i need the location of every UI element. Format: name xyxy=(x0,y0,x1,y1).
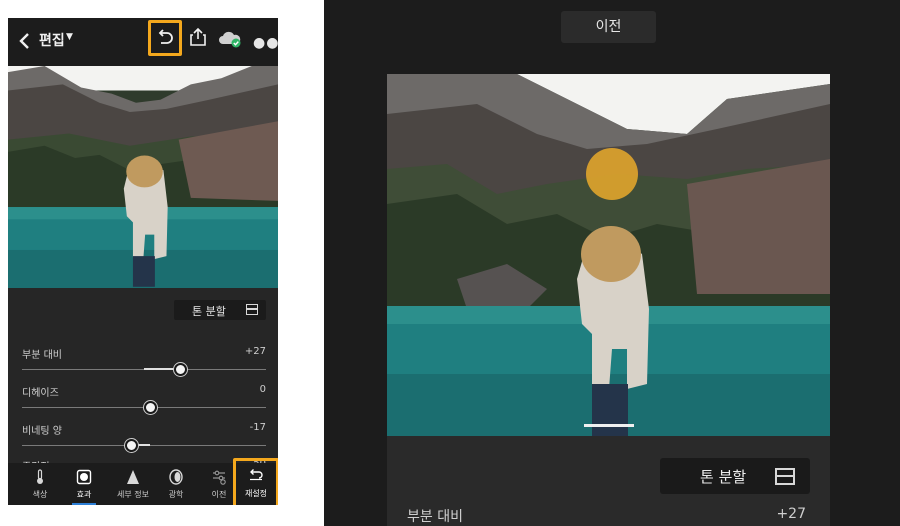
tab-effects[interactable]: 효과 xyxy=(64,463,104,505)
divider xyxy=(278,0,324,526)
slider-name: 부분 대비 xyxy=(22,350,62,361)
edit-controls: 톤 분할 부분 대비 +27 디헤이즈 0 비네팅 양 -17 중간점 50 xyxy=(8,288,278,473)
slider-knob[interactable] xyxy=(125,439,138,452)
tab-detail[interactable]: 세부 정보 xyxy=(113,463,153,505)
slider-value: +27 xyxy=(776,506,806,522)
chevron-left-icon[interactable] xyxy=(18,31,32,51)
active-tab-indicator xyxy=(72,503,96,505)
more-icon[interactable]: ●●● xyxy=(253,35,278,51)
undo-button[interactable] xyxy=(148,20,182,56)
split-toning-label: 톤 분할 xyxy=(192,305,226,318)
edit-menu-label[interactable]: 편집 xyxy=(39,30,65,50)
share-icon[interactable] xyxy=(189,27,207,47)
split-toning-button[interactable]: 톤 분할 xyxy=(660,458,810,494)
undo-icon xyxy=(158,29,173,44)
tab-label: 세부 정보 xyxy=(117,490,149,499)
bottom-tab-bar: 색상 효과 세부 정보 광학 이전 재설정 xyxy=(8,458,278,505)
split-toning-label: 톤 분할 xyxy=(700,468,747,486)
panel-toggle-icon xyxy=(246,304,258,315)
slider-knob[interactable] xyxy=(174,363,187,376)
slider-name: 부분 대비 xyxy=(407,509,463,525)
slider-name: 디헤이즈 xyxy=(22,388,59,399)
tab-label: 재설정 xyxy=(244,489,268,498)
tab-optics[interactable]: 광학 xyxy=(156,463,196,505)
edit-controls-large: 톤 분할 부분 대비 +27 xyxy=(387,436,830,526)
photo-preview-large[interactable] xyxy=(387,74,830,436)
effects-icon xyxy=(76,469,92,485)
tab-label: 효과 xyxy=(76,490,92,499)
slider-vignette[interactable]: 비네팅 양 -17 xyxy=(22,422,266,460)
tab-label: 광학 xyxy=(168,490,184,499)
tab-color[interactable]: 색상 xyxy=(20,463,60,505)
landscape-photo xyxy=(387,74,830,436)
caret-down-icon[interactable]: ▼ xyxy=(66,32,73,42)
before-icon xyxy=(213,470,226,485)
before-button[interactable]: 이전 xyxy=(561,11,656,43)
photo-preview[interactable] xyxy=(8,66,278,288)
split-toning-button[interactable]: 톤 분할 xyxy=(174,300,266,320)
thermometer-icon xyxy=(37,469,43,484)
reset-button[interactable]: 재설정 xyxy=(233,458,278,505)
zoomed-preview: 이전 톤 분할 부분 대비 +27 xyxy=(324,0,900,526)
slider-value: +27 xyxy=(244,346,266,357)
slider-value: -17 xyxy=(249,422,266,433)
optics-icon xyxy=(169,469,183,485)
slider-dehaze[interactable]: 디헤이즈 0 xyxy=(22,384,266,422)
top-bar: 편집 ▼ ●●● xyxy=(8,18,278,66)
detail-icon xyxy=(127,470,139,484)
phone-screen: 편집 ▼ ●●● xyxy=(8,18,278,505)
landscape-photo xyxy=(8,66,278,288)
touch-indicator xyxy=(586,148,638,200)
cloud-sync-icon[interactable] xyxy=(218,30,242,48)
slider-value: 0 xyxy=(259,384,266,395)
slider-name: 비네팅 양 xyxy=(22,426,62,437)
reset-icon xyxy=(250,469,263,481)
tab-label: 색상 xyxy=(32,490,48,499)
slider-knob[interactable] xyxy=(144,401,157,414)
slider-clarity[interactable]: 부분 대비 +27 xyxy=(22,346,266,384)
panel-toggle-icon xyxy=(775,468,795,485)
